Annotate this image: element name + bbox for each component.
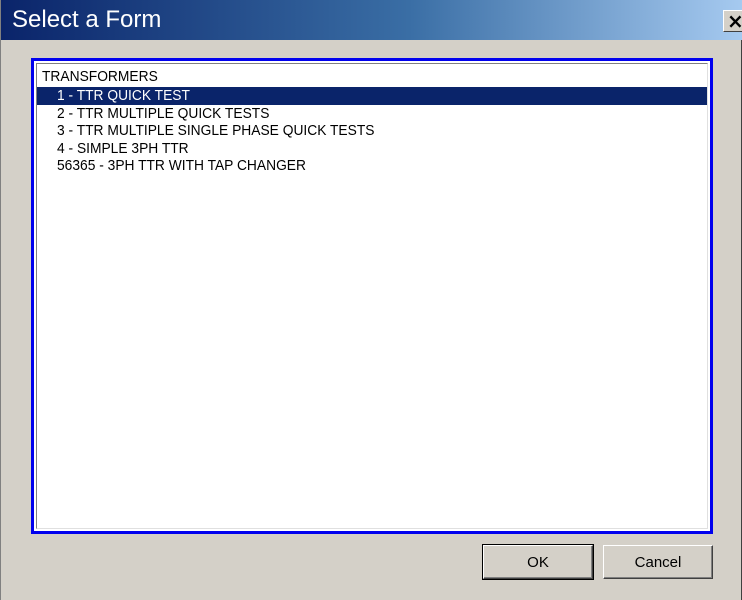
list-item[interactable]: 1 - TTR QUICK TEST: [37, 87, 707, 105]
list-item[interactable]: 4 - SIMPLE 3PH TTR: [37, 140, 707, 158]
list-item-label: 2 - TTR MULTIPLE QUICK TESTS: [57, 104, 270, 122]
ok-button[interactable]: OK: [482, 544, 594, 580]
list-item-label: 3 - TTR MULTIPLE SINGLE PHASE QUICK TEST…: [57, 122, 375, 139]
form-list-inner: TRANSFORMERS 1 - TTR QUICK TEST 2 - TTR …: [36, 63, 708, 529]
form-list[interactable]: TRANSFORMERS 1 - TTR QUICK TEST 2 - TTR …: [31, 58, 713, 534]
title-bar[interactable]: Select a Form ×: [1, 0, 742, 40]
list-item[interactable]: 56365 - 3PH TTR WITH TAP CHANGER: [37, 157, 707, 175]
cancel-button[interactable]: Cancel: [603, 545, 713, 579]
close-icon: ×: [727, 9, 742, 33]
list-item[interactable]: 2 - TTR MULTIPLE QUICK TESTS: [37, 105, 707, 123]
list-item-label: 56365 - 3PH TTR WITH TAP CHANGER: [57, 157, 306, 174]
select-form-dialog: Select a Form × TRANSFORMERS 1 - TTR QUI…: [0, 0, 742, 600]
list-item-label: 4 - SIMPLE 3PH TTR: [57, 139, 189, 157]
form-list-items: 1 - TTR QUICK TEST 2 - TTR MULTIPLE QUIC…: [37, 87, 707, 175]
window-title: Select a Form: [12, 6, 162, 33]
list-item[interactable]: 3 - TTR MULTIPLE SINGLE PHASE QUICK TEST…: [37, 122, 707, 140]
list-item-label: 1 - TTR QUICK TEST: [57, 87, 190, 104]
list-group-header: TRANSFORMERS: [42, 68, 158, 85]
close-button[interactable]: ×: [723, 10, 742, 32]
